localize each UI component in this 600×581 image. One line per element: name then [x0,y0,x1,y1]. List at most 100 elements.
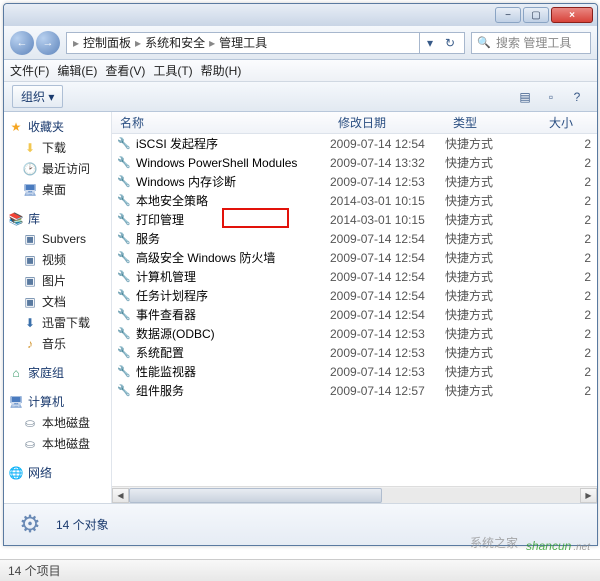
search-icon: 🔍 [476,35,492,51]
sidebar-xl-downloads[interactable]: ⬇迅雷下载 [20,312,109,333]
file-size: 2 [541,137,597,151]
file-item[interactable]: 🔧Windows 内存诊断2009-07-14 12:53快捷方式2 [112,172,597,191]
column-type[interactable]: 类型 [445,114,541,131]
file-item[interactable]: 🔧组件服务2009-07-14 12:57快捷方式2 [112,381,597,400]
download-icon: ⬇ [22,315,38,331]
column-headers: 名称 修改日期 类型 大小 [112,112,597,134]
organize-button[interactable]: 组织 ▾ [12,85,63,108]
menu-file[interactable]: 文件(F) [10,62,49,79]
search-input[interactable]: 🔍 搜索 管理工具 [471,32,591,54]
file-name: 任务计划程序 [136,287,208,304]
file-name: 计算机管理 [136,268,196,285]
network-icon: 🌐 [8,465,24,481]
file-item[interactable]: 🔧数据源(ODBC)2009-07-14 12:53快捷方式2 [112,324,597,343]
shortcut-icon: 🔧 [116,136,132,152]
views-button[interactable]: ▤ [513,86,537,108]
navigation-bar: ← → ▸ 控制面板 ▸ 系统和安全 ▸ 管理工具 ▾ ↻ 🔍 搜索 管理工具 [4,26,597,60]
column-date[interactable]: 修改日期 [330,114,445,131]
scroll-right-button[interactable]: ▶ [580,488,597,503]
shortcut-icon: 🔧 [116,231,132,247]
scroll-left-button[interactable]: ◀ [112,488,129,503]
column-name[interactable]: 名称 [112,114,330,131]
file-item[interactable]: 🔧打印管理2014-03-01 10:15快捷方式2 [112,210,597,229]
file-type: 快捷方式 [445,363,541,380]
file-item[interactable]: 🔧高级安全 Windows 防火墙2009-07-14 12:54快捷方式2 [112,248,597,267]
sidebar-local-disk[interactable]: ⛀本地磁盘 [20,412,109,433]
file-item[interactable]: 🔧服务2009-07-14 12:54快捷方式2 [112,229,597,248]
sidebar-computer[interactable]: 🖥计算机 [6,391,109,412]
file-date: 2009-07-14 12:53 [330,175,445,189]
sidebar-documents[interactable]: ▣文档 [20,291,109,312]
file-item[interactable]: 🔧性能监视器2009-07-14 12:53快捷方式2 [112,362,597,381]
file-type: 快捷方式 [445,382,541,399]
shortcut-icon: 🔧 [116,345,132,361]
scroll-thumb[interactable] [129,488,382,503]
file-type: 快捷方式 [445,268,541,285]
help-button[interactable]: ? [565,86,589,108]
shortcut-icon: 🔧 [116,174,132,190]
file-name: Windows 内存诊断 [136,173,236,190]
sidebar-downloads[interactable]: ⬇下载 [20,137,109,158]
content-area: ★收藏夹 ⬇下载 🕑最近访问 🖥桌面 📚库 ▣Subvers ▣视频 ▣图片 ▣… [4,112,597,503]
file-type: 快捷方式 [445,173,541,190]
chevron-icon: ▸ [133,36,143,50]
file-item[interactable]: 🔧iSCSI 发起程序2009-07-14 12:54快捷方式2 [112,134,597,153]
file-name: 事件查看器 [136,306,196,323]
sidebar-desktop[interactable]: 🖥桌面 [20,179,109,200]
menu-tools[interactable]: 工具(T) [153,62,192,79]
sidebar-pictures[interactable]: ▣图片 [20,270,109,291]
minimize-button[interactable]: − [495,7,521,23]
file-type: 快捷方式 [445,249,541,266]
file-date: 2009-07-14 12:54 [330,308,445,322]
sidebar-libraries[interactable]: 📚库 [6,208,109,229]
sidebar-videos[interactable]: ▣视频 [20,249,109,270]
maximize-button[interactable]: ▢ [523,7,549,23]
file-size: 2 [541,232,597,246]
file-type: 快捷方式 [445,344,541,361]
breadcrumb[interactable]: 系统和安全 [143,34,207,51]
back-button[interactable]: ← [10,31,34,55]
address-bar[interactable]: ▸ 控制面板 ▸ 系统和安全 ▸ 管理工具 ▾ ↻ [66,32,465,54]
file-item[interactable]: 🔧任务计划程序2009-07-14 12:54快捷方式2 [112,286,597,305]
forward-button[interactable]: → [36,31,60,55]
sidebar-homegroup[interactable]: ⌂家庭组 [6,362,109,383]
shortcut-icon: 🔧 [116,326,132,342]
column-size[interactable]: 大小 [541,114,597,131]
sidebar-network[interactable]: 🌐网络 [6,462,109,483]
menu-edit[interactable]: 编辑(E) [57,62,97,79]
file-size: 2 [541,327,597,341]
menu-help[interactable]: 帮助(H) [201,62,242,79]
main-pane: 名称 修改日期 类型 大小 🔧iSCSI 发起程序2009-07-14 12:5… [112,112,597,503]
file-list[interactable]: 🔧iSCSI 发起程序2009-07-14 12:54快捷方式2🔧Windows… [112,134,597,486]
refresh-button[interactable]: ↻ [440,33,460,53]
scroll-track[interactable] [129,488,580,503]
close-button[interactable]: × [551,7,593,23]
breadcrumb[interactable]: 控制面板 [81,34,133,51]
file-name: iSCSI 发起程序 [136,135,218,152]
sidebar-recent[interactable]: 🕑最近访问 [20,158,109,179]
file-size: 2 [541,365,597,379]
titlebar[interactable]: − ▢ × [4,4,597,26]
file-date: 2009-07-14 12:54 [330,137,445,151]
file-size: 2 [541,251,597,265]
file-name: 高级安全 Windows 防火墙 [136,249,275,266]
homegroup-icon: ⌂ [8,365,24,381]
shortcut-icon: 🔧 [116,155,132,171]
sidebar-favorites[interactable]: ★收藏夹 [6,116,109,137]
dropdown-button[interactable]: ▾ [420,33,440,53]
file-item[interactable]: 🔧本地安全策略2014-03-01 10:15快捷方式2 [112,191,597,210]
sidebar-local-disk2[interactable]: ⛀本地磁盘 [20,433,109,454]
computer-icon: 🖥 [8,394,24,410]
navigation-pane: ★收藏夹 ⬇下载 🕑最近访问 🖥桌面 📚库 ▣Subvers ▣视频 ▣图片 ▣… [4,112,112,503]
preview-button[interactable]: ▫ [539,86,563,108]
breadcrumb[interactable]: 管理工具 [217,34,269,51]
file-item[interactable]: 🔧系统配置2009-07-14 12:53快捷方式2 [112,343,597,362]
horizontal-scrollbar[interactable]: ◀ ▶ [112,486,597,503]
menu-view[interactable]: 查看(V) [105,62,145,79]
file-item[interactable]: 🔧Windows PowerShell Modules2009-07-14 13… [112,153,597,172]
file-item[interactable]: 🔧计算机管理2009-07-14 12:54快捷方式2 [112,267,597,286]
file-item[interactable]: 🔧事件查看器2009-07-14 12:54快捷方式2 [112,305,597,324]
sidebar-subversion[interactable]: ▣Subvers [20,229,109,249]
sidebar-music[interactable]: ♪音乐 [20,333,109,354]
picture-icon: ▣ [22,273,38,289]
